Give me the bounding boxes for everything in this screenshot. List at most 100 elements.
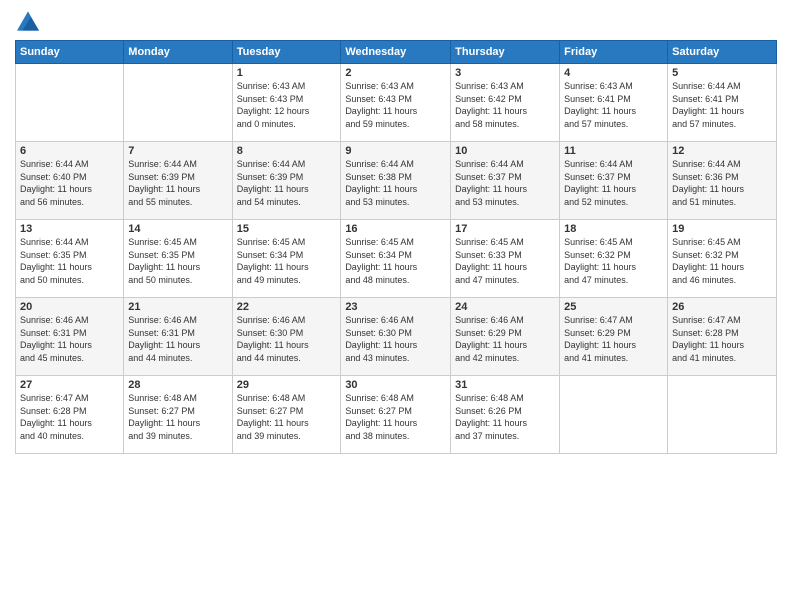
day-number: 18 [564, 223, 663, 235]
day-info: Sunrise: 6:45 AM Sunset: 6:35 PM Dayligh… [128, 236, 227, 286]
day-info: Sunrise: 6:43 AM Sunset: 6:41 PM Dayligh… [564, 80, 663, 130]
day-header-saturday: Saturday [668, 41, 777, 64]
calendar-cell: 22Sunrise: 6:46 AM Sunset: 6:30 PM Dayli… [232, 298, 341, 376]
header [15, 10, 777, 32]
day-info: Sunrise: 6:47 AM Sunset: 6:28 PM Dayligh… [672, 314, 772, 364]
day-info: Sunrise: 6:44 AM Sunset: 6:40 PM Dayligh… [20, 158, 119, 208]
day-info: Sunrise: 6:46 AM Sunset: 6:31 PM Dayligh… [20, 314, 119, 364]
day-info: Sunrise: 6:44 AM Sunset: 6:41 PM Dayligh… [672, 80, 772, 130]
calendar-cell: 21Sunrise: 6:46 AM Sunset: 6:31 PM Dayli… [124, 298, 232, 376]
day-info: Sunrise: 6:45 AM Sunset: 6:34 PM Dayligh… [345, 236, 446, 286]
calendar-cell: 17Sunrise: 6:45 AM Sunset: 6:33 PM Dayli… [451, 220, 560, 298]
calendar-cell: 5Sunrise: 6:44 AM Sunset: 6:41 PM Daylig… [668, 64, 777, 142]
calendar-cell: 4Sunrise: 6:43 AM Sunset: 6:41 PM Daylig… [560, 64, 668, 142]
calendar-cell: 9Sunrise: 6:44 AM Sunset: 6:38 PM Daylig… [341, 142, 451, 220]
day-number: 6 [20, 145, 119, 157]
calendar-cell: 24Sunrise: 6:46 AM Sunset: 6:29 PM Dayli… [451, 298, 560, 376]
calendar-cell: 19Sunrise: 6:45 AM Sunset: 6:32 PM Dayli… [668, 220, 777, 298]
day-info: Sunrise: 6:44 AM Sunset: 6:37 PM Dayligh… [564, 158, 663, 208]
calendar-cell: 6Sunrise: 6:44 AM Sunset: 6:40 PM Daylig… [16, 142, 124, 220]
day-header-sunday: Sunday [16, 41, 124, 64]
calendar-cell: 23Sunrise: 6:46 AM Sunset: 6:30 PM Dayli… [341, 298, 451, 376]
day-number: 21 [128, 301, 227, 313]
day-number: 5 [672, 67, 772, 79]
calendar-cell: 13Sunrise: 6:44 AM Sunset: 6:35 PM Dayli… [16, 220, 124, 298]
day-number: 3 [455, 67, 555, 79]
calendar-cell: 8Sunrise: 6:44 AM Sunset: 6:39 PM Daylig… [232, 142, 341, 220]
calendar-cell [16, 64, 124, 142]
day-info: Sunrise: 6:43 AM Sunset: 6:42 PM Dayligh… [455, 80, 555, 130]
calendar-cell [560, 376, 668, 454]
day-number: 24 [455, 301, 555, 313]
day-number: 26 [672, 301, 772, 313]
calendar-cell: 30Sunrise: 6:48 AM Sunset: 6:27 PM Dayli… [341, 376, 451, 454]
calendar-cell: 15Sunrise: 6:45 AM Sunset: 6:34 PM Dayli… [232, 220, 341, 298]
logo-icon [17, 10, 39, 32]
day-number: 27 [20, 379, 119, 391]
calendar-cell: 27Sunrise: 6:47 AM Sunset: 6:28 PM Dayli… [16, 376, 124, 454]
day-number: 25 [564, 301, 663, 313]
day-number: 28 [128, 379, 227, 391]
day-number: 12 [672, 145, 772, 157]
day-info: Sunrise: 6:43 AM Sunset: 6:43 PM Dayligh… [237, 80, 337, 130]
calendar-cell: 28Sunrise: 6:48 AM Sunset: 6:27 PM Dayli… [124, 376, 232, 454]
calendar-cell [668, 376, 777, 454]
day-info: Sunrise: 6:46 AM Sunset: 6:29 PM Dayligh… [455, 314, 555, 364]
day-number: 9 [345, 145, 446, 157]
day-number: 7 [128, 145, 227, 157]
day-number: 23 [345, 301, 446, 313]
calendar-cell: 25Sunrise: 6:47 AM Sunset: 6:29 PM Dayli… [560, 298, 668, 376]
day-number: 17 [455, 223, 555, 235]
calendar-cell [124, 64, 232, 142]
calendar-cell: 14Sunrise: 6:45 AM Sunset: 6:35 PM Dayli… [124, 220, 232, 298]
calendar-cell: 29Sunrise: 6:48 AM Sunset: 6:27 PM Dayli… [232, 376, 341, 454]
day-info: Sunrise: 6:45 AM Sunset: 6:34 PM Dayligh… [237, 236, 337, 286]
day-number: 14 [128, 223, 227, 235]
day-number: 1 [237, 67, 337, 79]
day-info: Sunrise: 6:45 AM Sunset: 6:32 PM Dayligh… [564, 236, 663, 286]
day-number: 4 [564, 67, 663, 79]
day-info: Sunrise: 6:44 AM Sunset: 6:38 PM Dayligh… [345, 158, 446, 208]
day-number: 19 [672, 223, 772, 235]
day-info: Sunrise: 6:44 AM Sunset: 6:39 PM Dayligh… [237, 158, 337, 208]
calendar-week-2: 6Sunrise: 6:44 AM Sunset: 6:40 PM Daylig… [16, 142, 777, 220]
calendar-cell: 12Sunrise: 6:44 AM Sunset: 6:36 PM Dayli… [668, 142, 777, 220]
calendar-cell: 10Sunrise: 6:44 AM Sunset: 6:37 PM Dayli… [451, 142, 560, 220]
day-number: 15 [237, 223, 337, 235]
day-number: 13 [20, 223, 119, 235]
day-info: Sunrise: 6:48 AM Sunset: 6:26 PM Dayligh… [455, 392, 555, 442]
day-info: Sunrise: 6:44 AM Sunset: 6:36 PM Dayligh… [672, 158, 772, 208]
calendar-cell: 18Sunrise: 6:45 AM Sunset: 6:32 PM Dayli… [560, 220, 668, 298]
calendar-cell: 11Sunrise: 6:44 AM Sunset: 6:37 PM Dayli… [560, 142, 668, 220]
day-header-wednesday: Wednesday [341, 41, 451, 64]
day-info: Sunrise: 6:43 AM Sunset: 6:43 PM Dayligh… [345, 80, 446, 130]
day-info: Sunrise: 6:44 AM Sunset: 6:37 PM Dayligh… [455, 158, 555, 208]
calendar-week-3: 13Sunrise: 6:44 AM Sunset: 6:35 PM Dayli… [16, 220, 777, 298]
day-header-thursday: Thursday [451, 41, 560, 64]
calendar-table: SundayMondayTuesdayWednesdayThursdayFrid… [15, 40, 777, 454]
day-info: Sunrise: 6:45 AM Sunset: 6:32 PM Dayligh… [672, 236, 772, 286]
calendar-week-1: 1Sunrise: 6:43 AM Sunset: 6:43 PM Daylig… [16, 64, 777, 142]
day-info: Sunrise: 6:44 AM Sunset: 6:35 PM Dayligh… [20, 236, 119, 286]
day-info: Sunrise: 6:48 AM Sunset: 6:27 PM Dayligh… [345, 392, 446, 442]
day-number: 11 [564, 145, 663, 157]
day-number: 31 [455, 379, 555, 391]
day-info: Sunrise: 6:46 AM Sunset: 6:30 PM Dayligh… [345, 314, 446, 364]
calendar-cell: 20Sunrise: 6:46 AM Sunset: 6:31 PM Dayli… [16, 298, 124, 376]
day-info: Sunrise: 6:44 AM Sunset: 6:39 PM Dayligh… [128, 158, 227, 208]
day-info: Sunrise: 6:45 AM Sunset: 6:33 PM Dayligh… [455, 236, 555, 286]
calendar-cell: 26Sunrise: 6:47 AM Sunset: 6:28 PM Dayli… [668, 298, 777, 376]
calendar-week-4: 20Sunrise: 6:46 AM Sunset: 6:31 PM Dayli… [16, 298, 777, 376]
day-number: 30 [345, 379, 446, 391]
logo [15, 10, 39, 32]
calendar-container: SundayMondayTuesdayWednesdayThursdayFrid… [0, 0, 792, 612]
calendar-header-row: SundayMondayTuesdayWednesdayThursdayFrid… [16, 41, 777, 64]
day-info: Sunrise: 6:46 AM Sunset: 6:30 PM Dayligh… [237, 314, 337, 364]
calendar-cell: 1Sunrise: 6:43 AM Sunset: 6:43 PM Daylig… [232, 64, 341, 142]
day-number: 10 [455, 145, 555, 157]
day-info: Sunrise: 6:47 AM Sunset: 6:28 PM Dayligh… [20, 392, 119, 442]
day-info: Sunrise: 6:46 AM Sunset: 6:31 PM Dayligh… [128, 314, 227, 364]
day-number: 29 [237, 379, 337, 391]
calendar-cell: 16Sunrise: 6:45 AM Sunset: 6:34 PM Dayli… [341, 220, 451, 298]
day-header-friday: Friday [560, 41, 668, 64]
